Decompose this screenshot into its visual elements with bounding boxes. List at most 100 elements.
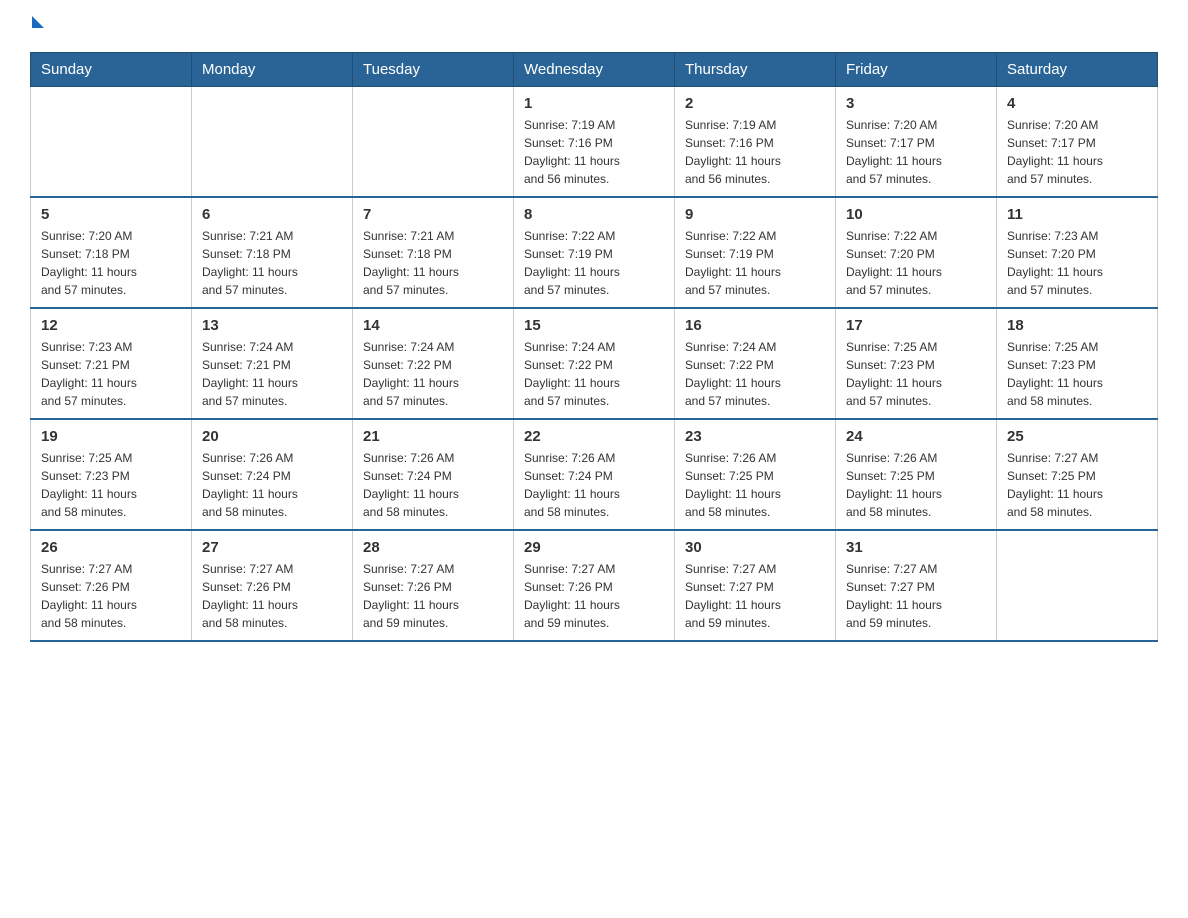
day-number: 5 <box>41 206 181 223</box>
day-info: Sunrise: 7:26 AM Sunset: 7:25 PM Dayligh… <box>685 449 825 521</box>
day-info: Sunrise: 7:21 AM Sunset: 7:18 PM Dayligh… <box>363 227 503 299</box>
calendar-cell: 16 Sunrise: 7:24 AM Sunset: 7:22 PM Dayli… <box>675 308 836 419</box>
day-number: 29 <box>524 539 664 556</box>
day-info: Sunrise: 7:26 AM Sunset: 7:24 PM Dayligh… <box>202 449 342 521</box>
day-info: Sunrise: 7:23 AM Sunset: 7:20 PM Dayligh… <box>1007 227 1147 299</box>
day-number: 24 <box>846 428 986 445</box>
day-info: Sunrise: 7:24 AM Sunset: 7:22 PM Dayligh… <box>685 338 825 410</box>
calendar-week-row: 5 Sunrise: 7:20 AM Sunset: 7:18 PM Daylig… <box>31 197 1158 308</box>
day-info: Sunrise: 7:25 AM Sunset: 7:23 PM Dayligh… <box>41 449 181 521</box>
day-info: Sunrise: 7:25 AM Sunset: 7:23 PM Dayligh… <box>1007 338 1147 410</box>
day-number: 28 <box>363 539 503 556</box>
calendar-cell <box>353 87 514 198</box>
day-number: 12 <box>41 317 181 334</box>
calendar-cell: 12 Sunrise: 7:23 AM Sunset: 7:21 PM Dayli… <box>31 308 192 419</box>
day-number: 11 <box>1007 206 1147 223</box>
header-tuesday: Tuesday <box>353 53 514 87</box>
logo-triangle-icon <box>32 16 44 28</box>
day-number: 13 <box>202 317 342 334</box>
day-info: Sunrise: 7:21 AM Sunset: 7:18 PM Dayligh… <box>202 227 342 299</box>
calendar-cell: 13 Sunrise: 7:24 AM Sunset: 7:21 PM Dayli… <box>192 308 353 419</box>
header-wednesday: Wednesday <box>514 53 675 87</box>
day-number: 1 <box>524 95 664 112</box>
calendar-cell: 22 Sunrise: 7:26 AM Sunset: 7:24 PM Dayli… <box>514 419 675 530</box>
day-number: 7 <box>363 206 503 223</box>
calendar-cell: 9 Sunrise: 7:22 AM Sunset: 7:19 PM Daylig… <box>675 197 836 308</box>
day-number: 31 <box>846 539 986 556</box>
calendar-cell: 3 Sunrise: 7:20 AM Sunset: 7:17 PM Daylig… <box>836 87 997 198</box>
day-number: 21 <box>363 428 503 445</box>
day-number: 9 <box>685 206 825 223</box>
calendar-week-row: 26 Sunrise: 7:27 AM Sunset: 7:26 PM Dayli… <box>31 530 1158 641</box>
calendar-cell: 23 Sunrise: 7:26 AM Sunset: 7:25 PM Dayli… <box>675 419 836 530</box>
day-info: Sunrise: 7:26 AM Sunset: 7:24 PM Dayligh… <box>363 449 503 521</box>
calendar-cell: 10Sunrise: 7:22 AM Sunset: 7:20 PM Dayli… <box>836 197 997 308</box>
calendar-cell: 30Sunrise: 7:27 AM Sunset: 7:27 PM Dayli… <box>675 530 836 641</box>
day-info: Sunrise: 7:19 AM Sunset: 7:16 PM Dayligh… <box>685 116 825 188</box>
day-info: Sunrise: 7:20 AM Sunset: 7:18 PM Dayligh… <box>41 227 181 299</box>
day-number: 15 <box>524 317 664 334</box>
day-number: 27 <box>202 539 342 556</box>
day-info: Sunrise: 7:26 AM Sunset: 7:24 PM Dayligh… <box>524 449 664 521</box>
calendar-cell: 25 Sunrise: 7:27 AM Sunset: 7:25 PM Dayli… <box>997 419 1158 530</box>
day-number: 17 <box>846 317 986 334</box>
day-number: 3 <box>846 95 986 112</box>
day-info: Sunrise: 7:27 AM Sunset: 7:26 PM Dayligh… <box>202 560 342 632</box>
day-info: Sunrise: 7:25 AM Sunset: 7:23 PM Dayligh… <box>846 338 986 410</box>
day-number: 19 <box>41 428 181 445</box>
day-info: Sunrise: 7:24 AM Sunset: 7:22 PM Dayligh… <box>524 338 664 410</box>
calendar-cell: 17 Sunrise: 7:25 AM Sunset: 7:23 PM Dayli… <box>836 308 997 419</box>
calendar-cell: 4 Sunrise: 7:20 AM Sunset: 7:17 PM Daylig… <box>997 87 1158 198</box>
day-info: Sunrise: 7:20 AM Sunset: 7:17 PM Dayligh… <box>1007 116 1147 188</box>
calendar-cell: 15 Sunrise: 7:24 AM Sunset: 7:22 PM Dayli… <box>514 308 675 419</box>
day-number: 4 <box>1007 95 1147 112</box>
logo <box>30 20 44 32</box>
day-info: Sunrise: 7:20 AM Sunset: 7:17 PM Dayligh… <box>846 116 986 188</box>
day-number: 30 <box>685 539 825 556</box>
header-friday: Friday <box>836 53 997 87</box>
calendar-cell: 18 Sunrise: 7:25 AM Sunset: 7:23 PM Dayli… <box>997 308 1158 419</box>
day-number: 23 <box>685 428 825 445</box>
day-info: Sunrise: 7:27 AM Sunset: 7:26 PM Dayligh… <box>41 560 181 632</box>
calendar-week-row: 19 Sunrise: 7:25 AM Sunset: 7:23 PM Dayli… <box>31 419 1158 530</box>
day-info: Sunrise: 7:26 AM Sunset: 7:25 PM Dayligh… <box>846 449 986 521</box>
calendar-cell: 19 Sunrise: 7:25 AM Sunset: 7:23 PM Dayli… <box>31 419 192 530</box>
day-info: Sunrise: 7:19 AM Sunset: 7:16 PM Dayligh… <box>524 116 664 188</box>
calendar-week-row: 12 Sunrise: 7:23 AM Sunset: 7:21 PM Dayli… <box>31 308 1158 419</box>
calendar-cell: 8Sunrise: 7:22 AM Sunset: 7:19 PM Daylig… <box>514 197 675 308</box>
day-number: 16 <box>685 317 825 334</box>
day-number: 14 <box>363 317 503 334</box>
day-info: Sunrise: 7:27 AM Sunset: 7:25 PM Dayligh… <box>1007 449 1147 521</box>
calendar-cell: 31 Sunrise: 7:27 AM Sunset: 7:27 PM Dayli… <box>836 530 997 641</box>
calendar-cell: 20Sunrise: 7:26 AM Sunset: 7:24 PM Dayli… <box>192 419 353 530</box>
day-info: Sunrise: 7:22 AM Sunset: 7:19 PM Dayligh… <box>685 227 825 299</box>
calendar-cell: 1 Sunrise: 7:19 AM Sunset: 7:16 PM Daylig… <box>514 87 675 198</box>
calendar-table: SundayMondayTuesdayWednesdayThursdayFrid… <box>30 52 1158 642</box>
day-number: 2 <box>685 95 825 112</box>
day-info: Sunrise: 7:23 AM Sunset: 7:21 PM Dayligh… <box>41 338 181 410</box>
calendar-cell: 26 Sunrise: 7:27 AM Sunset: 7:26 PM Dayli… <box>31 530 192 641</box>
calendar-cell <box>997 530 1158 641</box>
calendar-cell: 29 Sunrise: 7:27 AM Sunset: 7:26 PM Dayli… <box>514 530 675 641</box>
calendar-cell <box>192 87 353 198</box>
day-number: 6 <box>202 206 342 223</box>
calendar-cell: 6 Sunrise: 7:21 AM Sunset: 7:18 PM Daylig… <box>192 197 353 308</box>
calendar-header-row: SundayMondayTuesdayWednesdayThursdayFrid… <box>31 53 1158 87</box>
day-info: Sunrise: 7:27 AM Sunset: 7:26 PM Dayligh… <box>524 560 664 632</box>
calendar-cell <box>31 87 192 198</box>
calendar-cell: 2 Sunrise: 7:19 AM Sunset: 7:16 PM Daylig… <box>675 87 836 198</box>
day-number: 25 <box>1007 428 1147 445</box>
header-monday: Monday <box>192 53 353 87</box>
calendar-cell: 28 Sunrise: 7:27 AM Sunset: 7:26 PM Dayli… <box>353 530 514 641</box>
day-number: 22 <box>524 428 664 445</box>
page-header <box>30 20 1158 32</box>
day-number: 26 <box>41 539 181 556</box>
day-number: 18 <box>1007 317 1147 334</box>
day-info: Sunrise: 7:27 AM Sunset: 7:27 PM Dayligh… <box>846 560 986 632</box>
calendar-cell: 24 Sunrise: 7:26 AM Sunset: 7:25 PM Dayli… <box>836 419 997 530</box>
calendar-cell: 11 Sunrise: 7:23 AM Sunset: 7:20 PM Dayli… <box>997 197 1158 308</box>
day-info: Sunrise: 7:27 AM Sunset: 7:26 PM Dayligh… <box>363 560 503 632</box>
day-info: Sunrise: 7:22 AM Sunset: 7:19 PM Dayligh… <box>524 227 664 299</box>
day-info: Sunrise: 7:24 AM Sunset: 7:21 PM Dayligh… <box>202 338 342 410</box>
calendar-cell: 21 Sunrise: 7:26 AM Sunset: 7:24 PM Dayli… <box>353 419 514 530</box>
